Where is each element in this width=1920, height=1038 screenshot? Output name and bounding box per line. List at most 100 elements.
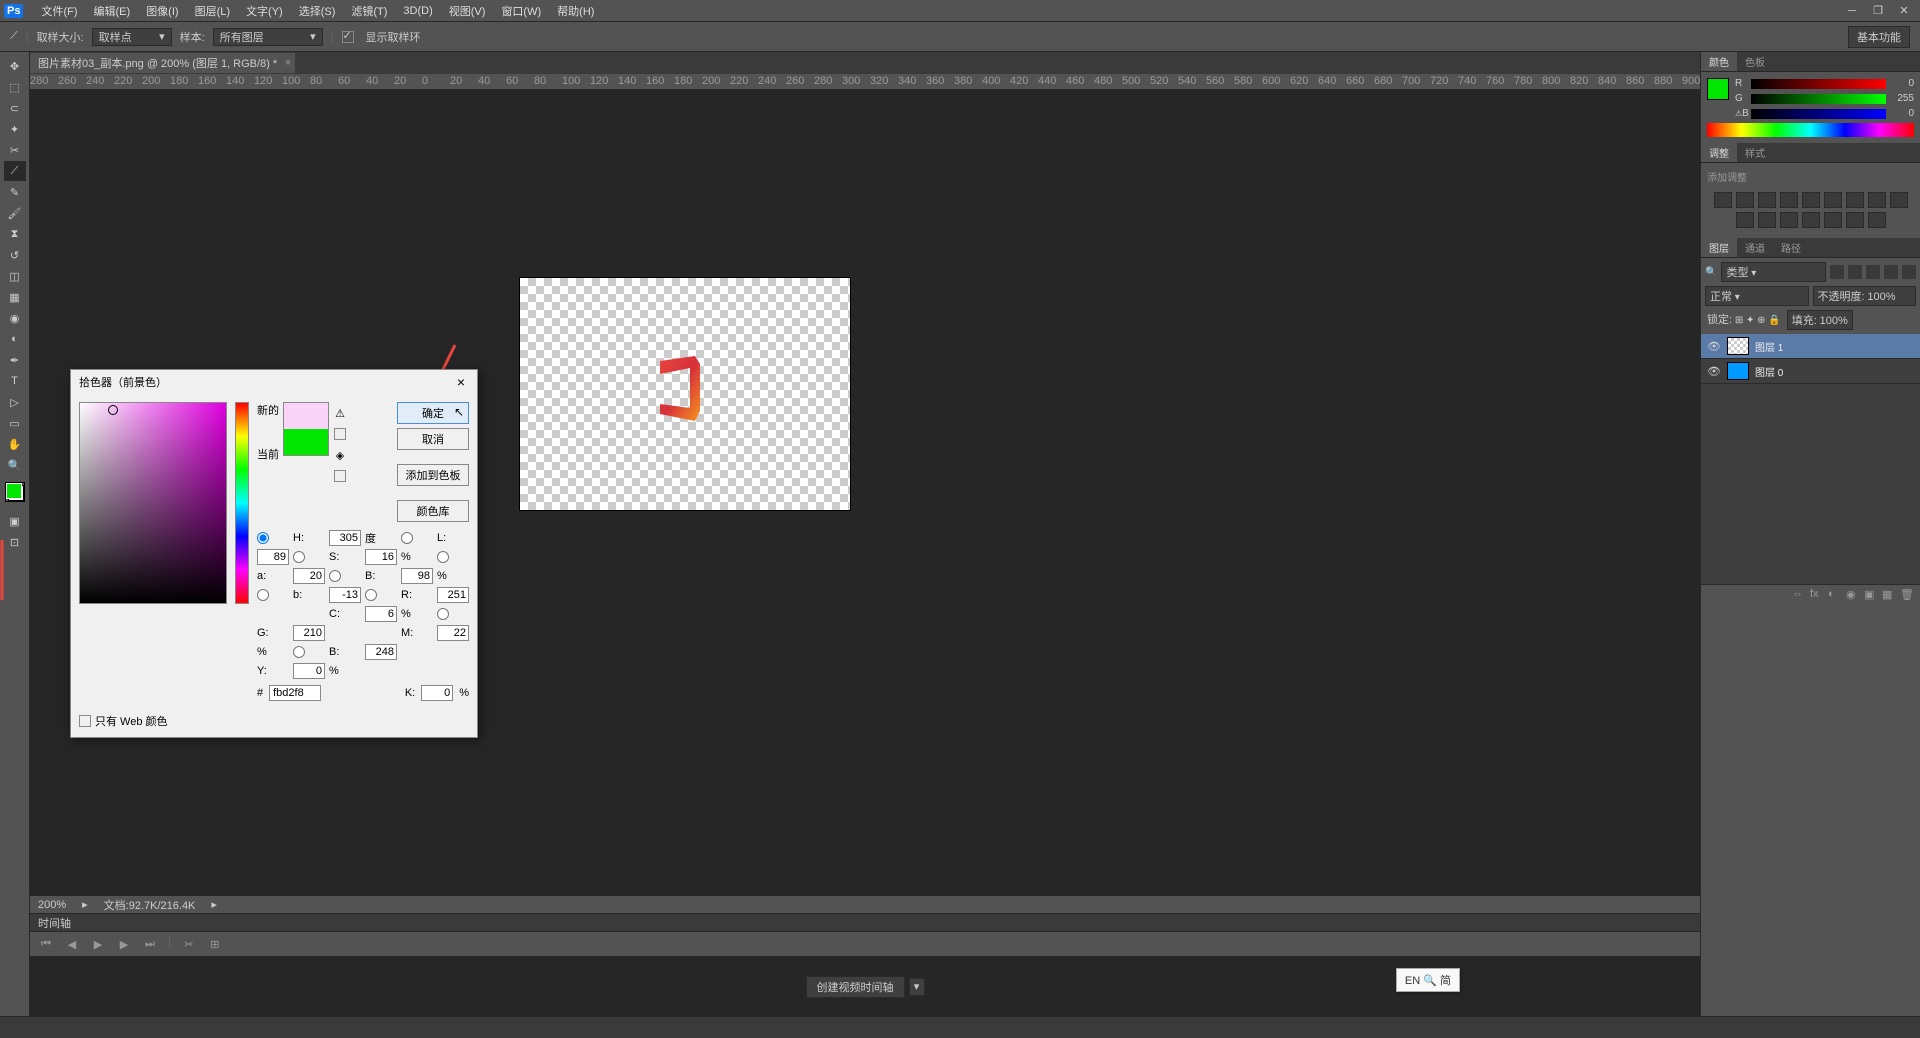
adjustments-tab[interactable]: 调整 bbox=[1701, 143, 1737, 162]
l-input[interactable] bbox=[257, 549, 289, 565]
spot-heal-tool-icon[interactable]: ✎ bbox=[4, 182, 26, 202]
play-icon[interactable]: ▶ bbox=[90, 936, 106, 952]
menu-help[interactable]: 帮助(H) bbox=[549, 3, 602, 19]
canvas[interactable] bbox=[520, 278, 850, 510]
adjust-selective-icon[interactable] bbox=[1868, 212, 1886, 228]
visibility-icon[interactable]: 👁 bbox=[1707, 365, 1721, 378]
filter-smart-icon[interactable] bbox=[1902, 265, 1916, 279]
layer-fx-icon[interactable]: fx bbox=[1810, 588, 1824, 602]
window-maximize[interactable]: ❐ bbox=[1866, 2, 1890, 20]
r-slider[interactable] bbox=[1751, 79, 1886, 89]
dodge-tool-icon[interactable]: ◐ bbox=[4, 329, 26, 349]
s-input[interactable] bbox=[365, 549, 397, 565]
b-slider[interactable] bbox=[1751, 109, 1886, 119]
new-current-swatch[interactable] bbox=[283, 402, 329, 456]
menu-file[interactable]: 文件(F) bbox=[33, 3, 85, 19]
a-input[interactable] bbox=[293, 568, 325, 584]
delete-layer-icon[interactable]: 🗑 bbox=[1900, 588, 1914, 602]
filter-pixel-icon[interactable] bbox=[1830, 265, 1844, 279]
type-tool-icon[interactable]: T bbox=[4, 371, 26, 391]
new-fill-icon[interactable]: ◉ bbox=[1846, 588, 1860, 602]
path-select-tool-icon[interactable]: ▷ bbox=[4, 392, 26, 412]
adjust-hue-icon[interactable] bbox=[1824, 192, 1842, 208]
channels-tab[interactable]: 通道 bbox=[1737, 238, 1773, 257]
a-radio[interactable] bbox=[437, 551, 449, 563]
magic-wand-tool-icon[interactable]: ✦ bbox=[4, 119, 26, 139]
b-input[interactable] bbox=[365, 644, 397, 660]
dialog-titlebar[interactable]: 拾色器（前景色） × bbox=[71, 370, 477, 394]
hand-tool-icon[interactable]: ✋ bbox=[4, 434, 26, 454]
g-radio[interactable] bbox=[437, 608, 449, 620]
adjust-invert-icon[interactable] bbox=[1780, 212, 1798, 228]
brush-tool-icon[interactable]: 🖌 bbox=[4, 203, 26, 223]
adjust-vibrance-icon[interactable] bbox=[1802, 192, 1820, 208]
workspace-switcher[interactable]: 基本功能 bbox=[1848, 26, 1910, 48]
color-libraries-button[interactable]: 颜色库 bbox=[397, 500, 469, 522]
s-radio[interactable] bbox=[293, 551, 305, 563]
eyedropper-tool-icon[interactable]: ⟋ bbox=[4, 161, 26, 181]
filter-type-icon[interactable] bbox=[1866, 265, 1880, 279]
gamut-swatch[interactable] bbox=[334, 428, 346, 440]
zoom-arrow-icon[interactable]: ▸ bbox=[82, 898, 88, 911]
visibility-icon[interactable]: 👁 bbox=[1707, 340, 1721, 353]
adjust-channelmix-icon[interactable] bbox=[1736, 212, 1754, 228]
close-icon[interactable]: × bbox=[285, 57, 291, 69]
lab-b-input[interactable] bbox=[329, 587, 361, 603]
cancel-button[interactable]: 取消 bbox=[397, 428, 469, 450]
history-brush-tool-icon[interactable]: ↺ bbox=[4, 245, 26, 265]
blend-mode-select[interactable]: 正常 ▾ bbox=[1705, 286, 1809, 306]
bv-input[interactable] bbox=[401, 568, 433, 584]
filter-adjust-icon[interactable] bbox=[1848, 265, 1862, 279]
color-panel-fg[interactable] bbox=[1707, 78, 1729, 100]
filter-shape-icon[interactable] bbox=[1884, 265, 1898, 279]
layer-mask-icon[interactable]: ◐ bbox=[1828, 588, 1842, 602]
adjust-exposure-icon[interactable] bbox=[1780, 192, 1798, 208]
next-frame-icon[interactable]: ▶ bbox=[116, 936, 132, 952]
adjust-levels-icon[interactable] bbox=[1736, 192, 1754, 208]
sample-size-select[interactable]: 取样点▾ bbox=[92, 28, 172, 46]
y-input[interactable] bbox=[293, 663, 325, 679]
adjust-colorlookup-icon[interactable] bbox=[1758, 212, 1776, 228]
lab-b-radio[interactable] bbox=[257, 589, 269, 601]
quickmask-icon[interactable]: ▣ bbox=[4, 511, 26, 531]
h-input[interactable] bbox=[329, 530, 361, 546]
menu-edit[interactable]: 编辑(E) bbox=[86, 3, 139, 19]
websafe-swatch[interactable] bbox=[334, 470, 346, 482]
stamp-tool-icon[interactable]: ⧗ bbox=[4, 224, 26, 244]
link-layers-icon[interactable]: ⇔ bbox=[1792, 588, 1806, 602]
r-input[interactable] bbox=[437, 587, 469, 603]
document-tab[interactable]: 图片素材03_副本.png @ 200% (图层 1, RGB/8) *× bbox=[30, 53, 295, 73]
gamut-warning-icon[interactable]: ⚠ bbox=[333, 406, 347, 420]
color-ramp[interactable] bbox=[1707, 123, 1914, 137]
menu-layer[interactable]: 图层(L) bbox=[187, 3, 238, 19]
h-radio[interactable] bbox=[257, 532, 269, 544]
bv-radio[interactable] bbox=[329, 570, 341, 582]
color-swatches[interactable] bbox=[5, 482, 25, 502]
m-input[interactable] bbox=[437, 625, 469, 641]
first-frame-icon[interactable]: ⏮ bbox=[38, 936, 54, 952]
adjust-posterize-icon[interactable] bbox=[1802, 212, 1820, 228]
split-icon[interactable]: ⊞ bbox=[207, 936, 223, 952]
eraser-tool-icon[interactable]: ◫ bbox=[4, 266, 26, 286]
adjust-bw-icon[interactable] bbox=[1868, 192, 1886, 208]
c-input[interactable] bbox=[365, 606, 397, 622]
crop-tool-icon[interactable]: ✂ bbox=[4, 140, 26, 160]
menu-select[interactable]: 选择(S) bbox=[291, 3, 344, 19]
show-ring-checkbox[interactable] bbox=[342, 31, 354, 43]
marquee-tool-icon[interactable]: ⬚ bbox=[4, 77, 26, 97]
r-radio[interactable] bbox=[365, 589, 377, 601]
create-timeline-button[interactable]: 创建视频时间轴 bbox=[806, 976, 905, 998]
adjust-brightness-icon[interactable] bbox=[1714, 192, 1732, 208]
g-input[interactable] bbox=[293, 625, 325, 641]
b-radio[interactable] bbox=[293, 646, 305, 658]
screenmode-icon[interactable]: ⊡ bbox=[4, 532, 26, 552]
menu-3d[interactable]: 3D(D) bbox=[395, 5, 440, 17]
sample-select[interactable]: 所有图层▾ bbox=[213, 28, 323, 46]
lasso-tool-icon[interactable]: ⊂ bbox=[4, 98, 26, 118]
fill-field[interactable]: 填充: 100% bbox=[1787, 310, 1853, 330]
zoom-level[interactable]: 200% bbox=[38, 899, 66, 911]
menu-view[interactable]: 视图(V) bbox=[441, 3, 494, 19]
styles-tab[interactable]: 样式 bbox=[1737, 143, 1773, 162]
adjust-curves-icon[interactable] bbox=[1758, 192, 1776, 208]
add-swatch-button[interactable]: 添加到色板 bbox=[397, 464, 469, 486]
